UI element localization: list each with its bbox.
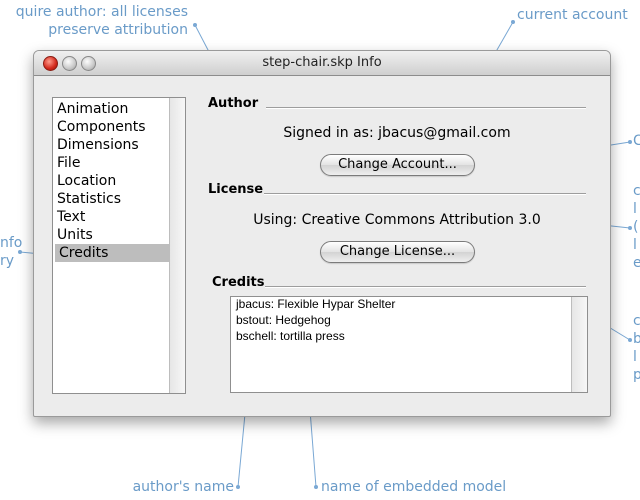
- sidebar-scrollbar[interactable]: [169, 98, 185, 393]
- annotation-authors-name: author's name: [132, 479, 234, 495]
- annotation-embedded-model: name of embedded model: [321, 479, 507, 495]
- sidebar-item-components[interactable]: Components: [55, 118, 169, 136]
- annotation-info-line1: nfo: [0, 235, 23, 251]
- sidebar-item-location[interactable]: Location: [55, 172, 169, 190]
- credit-line: jbacus: Flexible Hypar Shelter: [236, 297, 396, 311]
- sidebar-item-statistics[interactable]: Statistics: [55, 190, 169, 208]
- sidebar-item-text[interactable]: Text: [55, 208, 169, 226]
- annotation-require-author-line2: preserve attribution: [48, 22, 188, 38]
- window-title: step-chair.skp Info: [262, 55, 382, 70]
- annotation-info-line2: ry: [0, 253, 15, 269]
- annotation-right-paren: (: [633, 219, 639, 235]
- change-account-button[interactable]: Change Account...: [320, 154, 475, 176]
- annotation-current-account: current account: [517, 7, 628, 23]
- author-section-title: Author: [208, 96, 259, 111]
- sidebar-item-credits[interactable]: Credits: [55, 244, 171, 262]
- license-section-title: License: [208, 182, 264, 197]
- credit-line: bstout: Hedgehog: [236, 313, 331, 327]
- annotation-require-author-line1: quire author: all licenses: [15, 4, 188, 20]
- annotation-right-c2: c: [633, 183, 640, 199]
- signed-in-text: Signed in as: jbacus@gmail.com: [283, 125, 511, 141]
- license-divider: [264, 193, 586, 195]
- sidebar-item-file[interactable]: File: [55, 154, 169, 172]
- annotation-right-l3: l: [633, 349, 637, 365]
- annotation-right-l1: l: [633, 201, 637, 217]
- sidebar-item-animation[interactable]: Animation: [55, 100, 169, 118]
- change-license-button[interactable]: Change License...: [320, 241, 475, 263]
- annotation-right-e: e: [633, 255, 640, 271]
- title-bar[interactable]: step-chair.skp Info: [34, 51, 610, 76]
- credits-section-title: Credits: [212, 275, 265, 290]
- license-text: Using: Creative Commons Attribution 3.0: [253, 212, 541, 228]
- credits-scrollbar[interactable]: [571, 297, 587, 392]
- annotation-right-l2: l: [633, 237, 637, 253]
- sidebar-item-units[interactable]: Units: [55, 226, 169, 244]
- credits-list[interactable]: jbacus: Flexible Hypar Shelter bstout: H…: [230, 296, 588, 393]
- sidebar-item-dimensions[interactable]: Dimensions: [55, 136, 169, 154]
- credit-line: bschell: tortilla press: [236, 329, 345, 343]
- author-divider: [266, 107, 586, 109]
- annotation-right-c3: c: [633, 313, 640, 329]
- credits-divider: [265, 286, 586, 288]
- annotation-right-c1: C: [633, 133, 640, 149]
- annotation-right-b: b: [633, 331, 640, 347]
- category-list[interactable]: Animation Components Dimensions File Loc…: [52, 97, 186, 394]
- annotation-right-p: p: [633, 367, 640, 383]
- model-info-window: step-chair.skp Info Animation Components…: [33, 50, 611, 417]
